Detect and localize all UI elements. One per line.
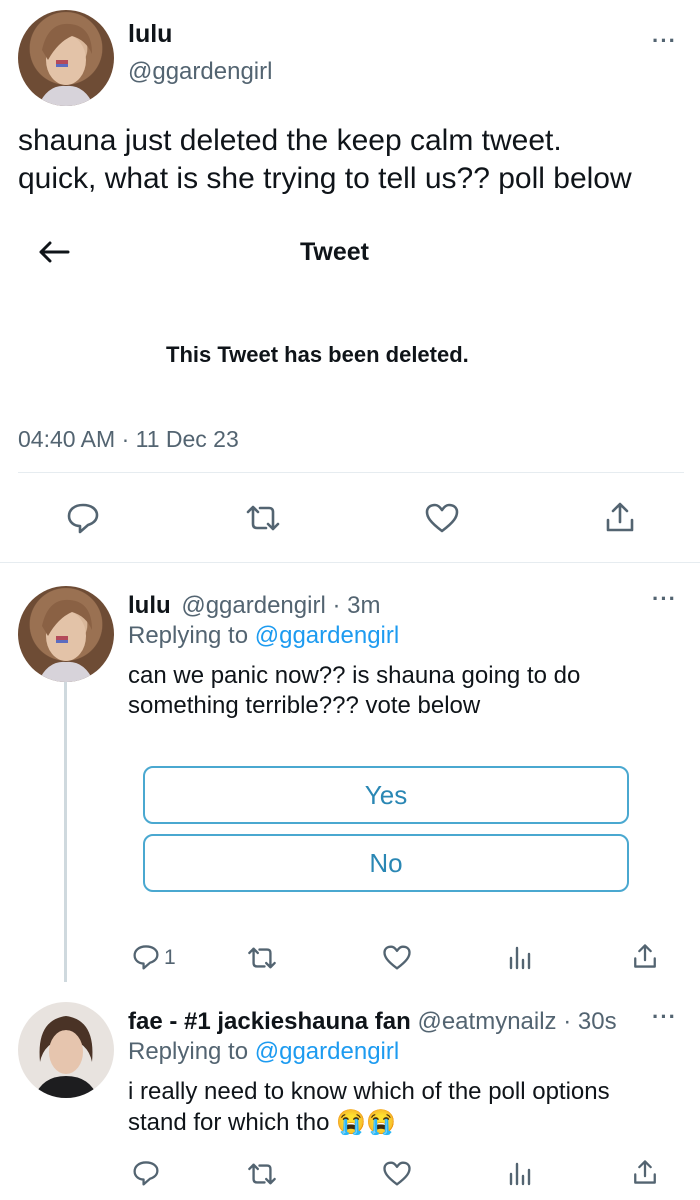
avatar-image xyxy=(38,599,94,682)
display-name[interactable]: fae - #1 jackieshauna fan xyxy=(128,1008,411,1035)
reply-text-line-2-wrap: stand for which tho 😭😭 xyxy=(128,1108,396,1137)
tweet-text-line-1: shauna just deleted the keep calm tweet. xyxy=(18,124,562,157)
analytics-icon[interactable] xyxy=(508,1160,532,1191)
display-name[interactable]: lulu xyxy=(128,592,171,619)
avatar[interactable] xyxy=(18,10,114,106)
divider xyxy=(18,472,684,473)
poll-option-no[interactable]: No xyxy=(143,834,629,892)
reply-text-line-2: something terrible??? vote below xyxy=(128,692,481,719)
replying-label: Replying to xyxy=(128,622,249,649)
more-icon[interactable]: ··· xyxy=(652,30,677,52)
back-arrow-icon[interactable] xyxy=(38,240,70,269)
timestamp: 04:40 AM · 11 Dec 23 xyxy=(18,426,239,452)
poll-option-yes[interactable]: Yes xyxy=(143,766,629,824)
replying-handle-link[interactable]: @ggardengirl xyxy=(255,1038,399,1065)
replying-to: Replying to @ggardengirl xyxy=(128,1038,399,1066)
retweet-icon[interactable] xyxy=(246,1162,278,1191)
reply-count: 1 xyxy=(164,946,176,969)
avatar-image xyxy=(34,1016,98,1098)
deleted-tweet-message: This Tweet has been deleted. xyxy=(166,342,469,367)
display-name[interactable]: lulu xyxy=(128,20,172,49)
avatar[interactable] xyxy=(18,1002,114,1098)
reply-header: fae - #1 jackieshauna fan @eatmynailz · … xyxy=(128,1008,617,1036)
more-icon[interactable]: ··· xyxy=(652,588,677,610)
handle-time[interactable]: @eatmynailz · 30s xyxy=(417,1008,616,1035)
handle-time[interactable]: @ggardengirl · 3m xyxy=(181,592,380,619)
avatar[interactable] xyxy=(18,586,114,682)
replying-label: Replying to xyxy=(128,1038,249,1065)
tweet-text-line-2: quick, what is she trying to tell us?? p… xyxy=(18,162,632,195)
reply-icon[interactable] xyxy=(132,944,160,975)
retweet-icon[interactable] xyxy=(244,504,282,537)
reply-icon[interactable] xyxy=(66,502,100,539)
more-icon[interactable]: ··· xyxy=(652,1006,677,1028)
embedded-header-title: Tweet xyxy=(300,238,369,266)
reply-text-line-1: can we panic now?? is shauna going to do xyxy=(128,662,581,689)
reply-icon[interactable] xyxy=(132,1160,160,1191)
reply-text-line-1: i really need to know which of the poll … xyxy=(128,1078,610,1105)
analytics-icon[interactable] xyxy=(508,944,532,975)
crying-emoji: 😭😭 xyxy=(336,1109,396,1136)
divider xyxy=(0,562,700,563)
like-icon[interactable] xyxy=(382,1160,412,1192)
handle[interactable]: @ggardengirl xyxy=(128,58,272,86)
avatar-image xyxy=(38,23,94,106)
share-icon[interactable] xyxy=(604,500,636,539)
replying-handle-link[interactable]: @ggardengirl xyxy=(255,622,399,649)
reply-text-line-2: stand for which tho xyxy=(128,1109,330,1136)
reply-header: lulu @ggardengirl · 3m xyxy=(128,592,380,620)
retweet-icon[interactable] xyxy=(246,946,278,975)
thread-line xyxy=(64,682,67,982)
share-icon[interactable] xyxy=(632,1158,658,1191)
like-icon[interactable] xyxy=(424,502,460,539)
replying-to: Replying to @ggardengirl xyxy=(128,622,399,650)
like-icon[interactable] xyxy=(382,944,412,976)
share-icon[interactable] xyxy=(632,942,658,975)
